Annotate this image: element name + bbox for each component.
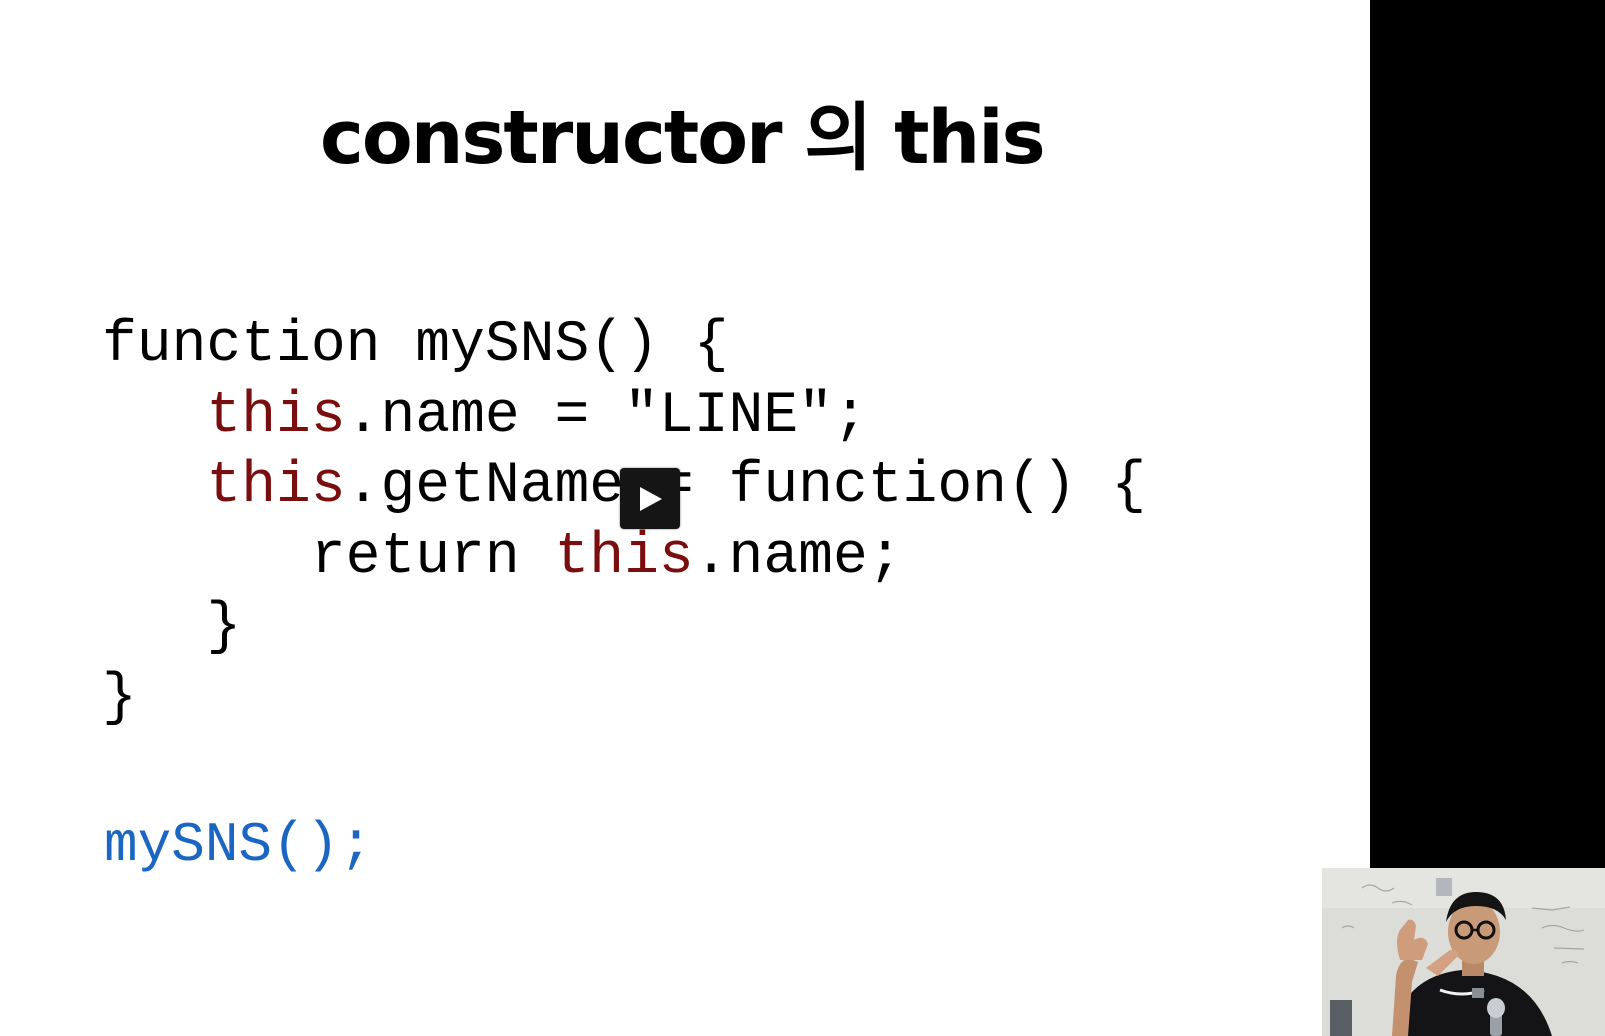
code-line-1: function mySNS() { xyxy=(102,313,729,378)
play-button[interactable] xyxy=(620,468,680,529)
lecture-slide: constructor 의 this function mySNS() { th… xyxy=(0,0,1370,1036)
webcam-image xyxy=(1322,868,1605,1036)
slide-title: constructor 의 this xyxy=(320,95,1046,181)
this-keyword: this xyxy=(206,454,346,519)
code-line-6: } xyxy=(102,665,137,731)
code-line-5: } xyxy=(206,595,242,660)
code-line-4: return this.name; xyxy=(310,524,903,590)
presenter-webcam xyxy=(1322,868,1605,1036)
this-keyword: this xyxy=(554,524,694,590)
play-icon xyxy=(640,486,662,511)
function-call-line: mySNS(); xyxy=(104,813,373,877)
video-frame: constructor 의 this function mySNS() { th… xyxy=(0,0,1605,1036)
code-line-2: this.name = "LINE"; xyxy=(206,383,868,449)
this-keyword: this xyxy=(206,383,346,449)
